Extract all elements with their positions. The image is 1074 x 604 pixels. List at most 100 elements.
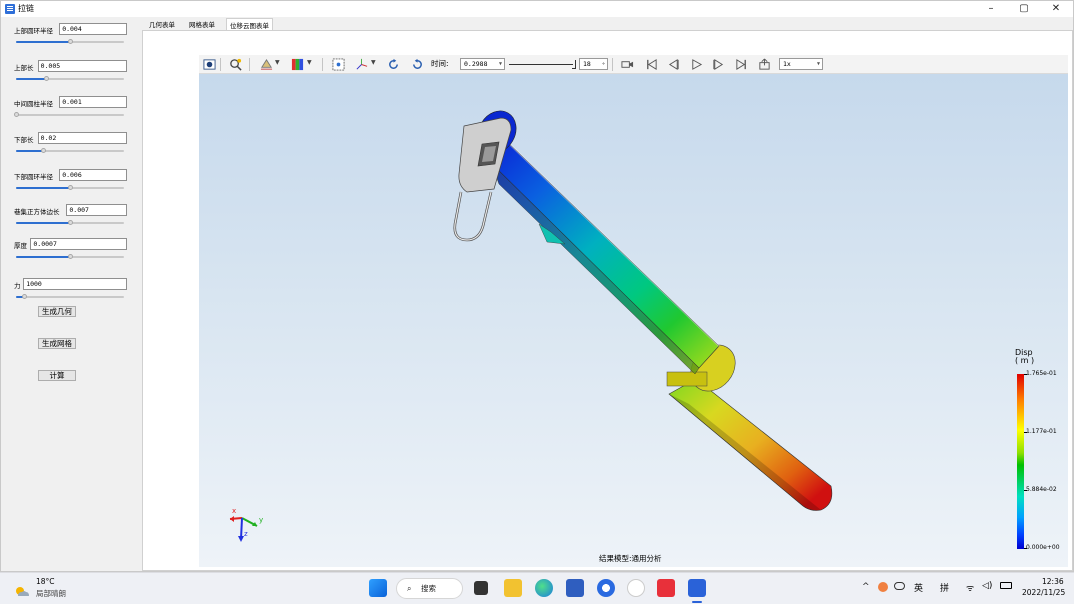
volume-icon[interactable]: ◁)	[982, 581, 992, 591]
compute-button[interactable]: 计算	[38, 370, 76, 381]
current-app-icon[interactable]	[688, 579, 706, 597]
battery-icon[interactable]	[1000, 582, 1012, 589]
time-select[interactable]: 0.2988 ▼	[460, 58, 505, 70]
tab-mesh[interactable]: 网格表单	[189, 19, 215, 29]
legend-title: Disp ( m )	[1015, 348, 1035, 365]
param-slider-fill	[16, 78, 47, 80]
close-button[interactable]: ✕	[1041, 1, 1071, 17]
speed-select[interactable]: 1x ▼	[779, 58, 823, 70]
ime-language[interactable]: 英	[914, 581, 923, 594]
param-slider[interactable]	[16, 148, 124, 153]
param-input[interactable]: 0.006	[59, 169, 127, 181]
zoom-fit-icon[interactable]	[228, 57, 243, 72]
zipper-model	[453, 110, 833, 511]
param-slider-knob	[68, 39, 73, 44]
param-label: 下部长	[14, 136, 34, 144]
param-slider[interactable]	[14, 112, 124, 117]
play-icon[interactable]	[689, 57, 704, 72]
frame-spinbox[interactable]: 18 ÷	[579, 58, 608, 70]
camera-icon[interactable]	[202, 57, 217, 72]
file-explorer-icon[interactable]	[504, 579, 522, 597]
param-input[interactable]: 0.005	[37, 60, 127, 72]
tray-cloud-icon[interactable]	[894, 582, 905, 590]
param-slider[interactable]	[16, 294, 124, 299]
time-slider-handle[interactable]	[572, 60, 576, 69]
time-slider-track[interactable]	[509, 64, 573, 65]
param-input[interactable]: 0.0007	[30, 238, 127, 250]
param-label: 上部长	[14, 64, 34, 72]
rotate-ccw-icon[interactable]	[410, 57, 425, 72]
render-style-dropdown-icon[interactable]: ▼	[275, 59, 280, 66]
param-slider[interactable]	[16, 254, 124, 259]
param-input[interactable]: 0.02	[37, 132, 127, 144]
param-input[interactable]: 0.007	[66, 204, 127, 216]
param-label: 中间圆柱半径	[14, 100, 53, 108]
time-label: 时间:	[431, 59, 449, 68]
export-icon[interactable]	[757, 57, 772, 72]
param-label: 巷集正方体边长	[14, 208, 60, 216]
param-slider-knob	[14, 112, 19, 117]
minimize-button[interactable]: –	[976, 1, 1006, 17]
param-label: 厚度	[14, 242, 27, 250]
clock-date[interactable]: 2022/11/25	[1022, 588, 1065, 597]
param-slider-fill	[16, 256, 70, 258]
next-frame-icon[interactable]	[711, 57, 726, 72]
wps-icon[interactable]	[657, 579, 675, 597]
weather-icon[interactable]	[14, 582, 30, 596]
axes-triad: x y z	[229, 507, 263, 542]
axes-dropdown-icon[interactable]: ▼	[371, 59, 376, 66]
viewer-toolbar: ▼ ▼ ▼ 时间: 0.2988 ▼ 18 ÷ 1x ▼	[199, 55, 1068, 74]
param-label: 上部圆环半径	[14, 27, 53, 35]
task-view-icon[interactable]	[474, 581, 488, 595]
store-icon[interactable]	[566, 579, 584, 597]
tab-geometry[interactable]: 几何表单	[149, 19, 175, 29]
search-box[interactable]: ⌕ 搜索	[396, 578, 463, 599]
clock-time[interactable]: 12:36	[1042, 577, 1064, 586]
param-slider[interactable]	[16, 76, 124, 81]
first-frame-icon[interactable]	[644, 57, 659, 72]
wifi-icon[interactable]: ᯤ	[966, 581, 974, 594]
weather-temp: 18°C	[36, 577, 55, 586]
rotate-cw-icon[interactable]	[386, 57, 401, 72]
search-icon: ⌕	[407, 584, 412, 593]
3d-viewport[interactable]: x y z	[199, 74, 1068, 567]
param-slider-knob	[68, 254, 73, 259]
param-slider-fill	[16, 187, 70, 189]
param-input[interactable]: 1000	[23, 278, 127, 290]
param-slider-knob	[21, 294, 27, 299]
app-icon	[5, 4, 15, 14]
axes-orientation-icon[interactable]	[354, 57, 369, 72]
last-frame-icon[interactable]	[734, 57, 749, 72]
generate-geometry-button[interactable]: 生成几何	[38, 306, 76, 317]
weather-desc: 局部晴朗	[36, 589, 66, 598]
taskbar: 18°C 局部晴朗 ⌕ 搜索 ^ 英 拼 ᯤ ◁) 12:36 2022/11/…	[0, 572, 1074, 604]
edge-icon[interactable]	[535, 579, 553, 597]
param-input[interactable]: 0.004	[59, 23, 127, 35]
generate-mesh-button[interactable]: 生成网格	[38, 338, 76, 349]
param-slider-knob	[68, 185, 73, 190]
ime-mode[interactable]: 拼	[940, 581, 949, 594]
param-slider[interactable]	[16, 39, 124, 44]
window-title: 拉链	[18, 4, 34, 13]
app-icon-blue[interactable]	[597, 579, 615, 597]
param-slider-knob	[68, 220, 73, 225]
param-slider[interactable]	[16, 220, 124, 225]
maximize-button[interactable]: ▢	[1009, 1, 1039, 17]
param-slider-fill	[16, 150, 43, 152]
fit-view-icon[interactable]	[331, 57, 346, 72]
color-map-dropdown-icon[interactable]: ▼	[307, 59, 312, 66]
tray-chevron-icon[interactable]: ^	[862, 582, 870, 592]
tab-bar: 几何表单 网格表单 位移云图表单	[142, 17, 1073, 32]
param-slider-fill	[16, 222, 70, 224]
tray-app-icon[interactable]	[878, 582, 888, 592]
prev-frame-icon[interactable]	[666, 57, 681, 72]
param-input[interactable]: 0.001	[59, 96, 127, 108]
record-video-icon[interactable]	[620, 57, 635, 72]
color-map-icon[interactable]	[290, 57, 305, 72]
legend-value-3: 5.884e-02	[1026, 486, 1057, 493]
render-style-icon[interactable]	[259, 57, 274, 72]
param-label: 下部圆环半径	[14, 173, 53, 181]
param-slider[interactable]	[16, 185, 124, 190]
start-icon[interactable]	[369, 579, 387, 597]
app-icon-qq[interactable]	[627, 579, 645, 597]
